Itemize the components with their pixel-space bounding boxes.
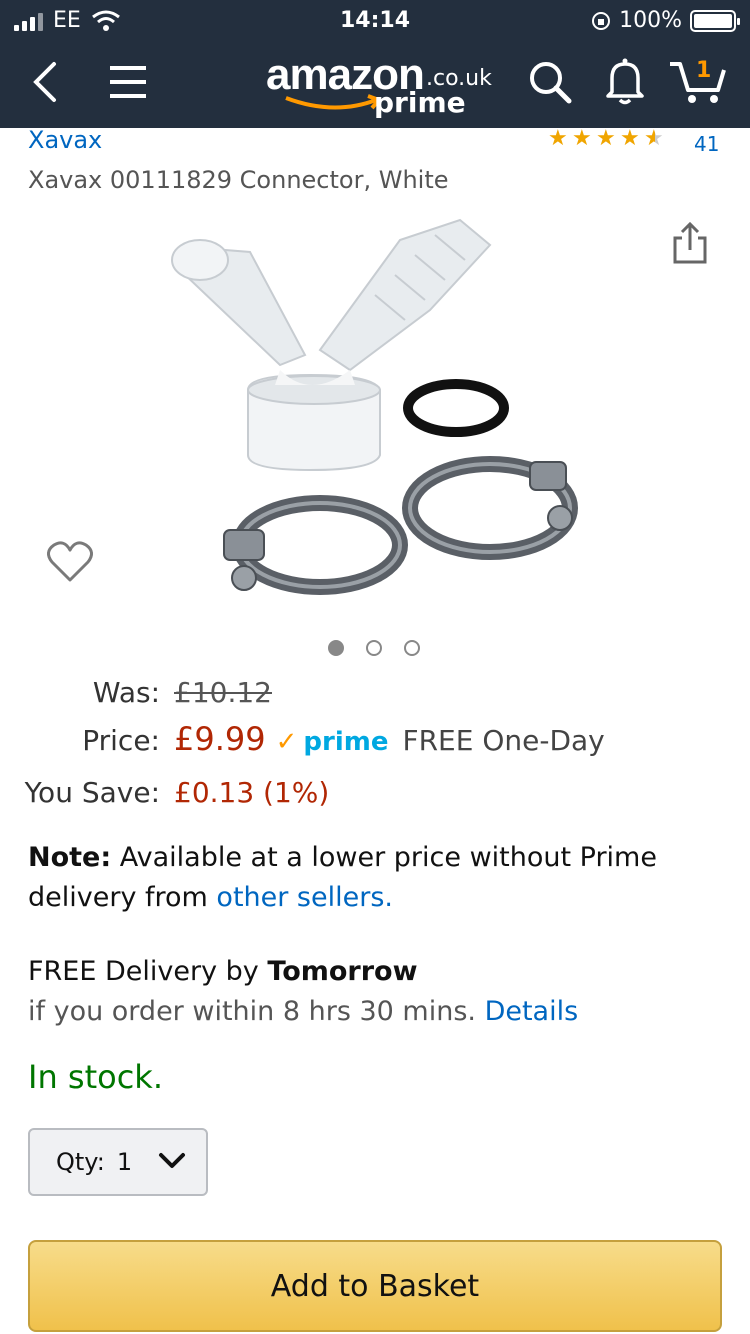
rotation-lock-icon	[592, 11, 611, 30]
rating-stars[interactable]: ★ ★ ★ ★ ★	[548, 128, 666, 150]
star-full-icon: ★	[620, 126, 640, 151]
other-sellers-link[interactable]: other sellers.	[216, 882, 393, 913]
quantity-select[interactable]: Qty: 1	[28, 1128, 208, 1196]
shipping-label: FREE One-Day	[402, 724, 605, 757]
price-row: Price: £9.99 ✓ prime FREE One-Day	[0, 720, 605, 758]
add-to-basket-button[interactable]: Add to Basket	[28, 1240, 722, 1332]
prime-check-icon: ✓	[275, 727, 298, 757]
battery-percent: 100%	[619, 8, 682, 33]
price-label: Price:	[82, 724, 160, 757]
battery-icon	[690, 9, 740, 32]
hose-clamp-left	[223, 495, 408, 595]
prime-badge: prime	[303, 727, 389, 757]
star-half-icon: ★	[644, 128, 666, 150]
details-link[interactable]: Details	[485, 996, 579, 1027]
review-count[interactable]: 41	[694, 132, 719, 156]
pager-dot[interactable]	[404, 640, 420, 656]
app-header: EE 14:14 100% amazon .co.uk prime 1	[0, 0, 750, 128]
star-full-icon: ★	[572, 126, 592, 151]
search-icon[interactable]	[528, 60, 572, 104]
status-right: 100%	[591, 8, 740, 33]
was-label: Was:	[92, 676, 160, 709]
bell-icon[interactable]	[604, 56, 646, 106]
menu-icon[interactable]	[108, 64, 148, 100]
star-full-icon: ★	[548, 126, 568, 151]
delivery-line1: FREE Delivery by	[28, 956, 268, 987]
nav-bar: amazon .co.uk prime	[0, 40, 750, 128]
star-full-icon: ★	[596, 126, 616, 151]
amazon-prime-logo[interactable]: amazon .co.uk prime	[266, 50, 496, 120]
prime-note: Note: Available at a lower price without…	[28, 838, 708, 918]
savings-label: You Save:	[24, 776, 160, 809]
product-image[interactable]	[160, 200, 590, 610]
logo-prime: prime	[374, 86, 466, 119]
qty-value: 1	[116, 1148, 133, 1176]
price-value: £9.99	[174, 720, 266, 758]
pager-dot[interactable]	[366, 640, 382, 656]
note-bold: Note:	[28, 842, 112, 873]
smile-arrow-icon	[285, 94, 383, 110]
savings-row: You Save: £0.13 (1%)	[0, 776, 330, 809]
image-pager	[328, 640, 420, 656]
back-icon[interactable]	[30, 60, 60, 104]
was-price-row: Was: £10.12	[0, 676, 272, 709]
chevron-down-icon	[159, 1153, 185, 1168]
status-bar: EE 14:14 100%	[0, 0, 750, 40]
hose-clamp-right	[402, 456, 578, 560]
stock-status: In stock.	[28, 1058, 163, 1096]
was-value: £10.12	[174, 676, 272, 709]
cart-count-badge[interactable]: 1	[696, 58, 711, 83]
qty-label: Qty:	[56, 1148, 105, 1176]
share-icon[interactable]	[672, 222, 708, 264]
brand-link[interactable]: Xavax	[28, 126, 102, 154]
delivery-line2: if you order within 8 hrs 30 mins.	[28, 996, 485, 1027]
savings-value: £0.13 (1%)	[174, 776, 330, 809]
delivery-info: FREE Delivery by Tomorrow if you order w…	[28, 952, 728, 1032]
product-title: Xavax 00111829 Connector, White	[28, 166, 449, 194]
delivery-day: Tomorrow	[267, 956, 418, 987]
pager-dot[interactable]	[328, 640, 344, 656]
heart-icon[interactable]	[46, 540, 94, 584]
